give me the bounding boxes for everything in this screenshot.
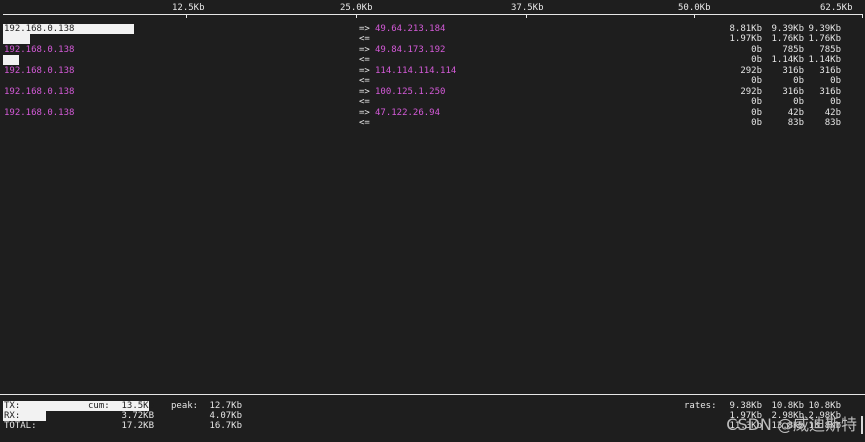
rate-10s: 9.39Kb [771,24,804,34]
rate-2s: 8.81Kb [729,24,762,34]
scale-tick [862,14,863,18]
source-host: 192.168.0.138 [4,87,75,97]
rate-40s: 785b [819,45,841,55]
rate-2s: 0b [751,118,762,128]
rate-10s: 785b [782,45,804,55]
scale-label: 25.0Kb [340,3,373,13]
rate-2s: 1.97Kb [729,34,762,44]
rates-label: rates: [684,401,717,411]
text-cursor [861,416,863,434]
destination-host: 114.114.114.114 [375,66,457,76]
scale-label: 62.5Kb [820,3,853,13]
terminal-window: 12.5Kb 25.0Kb 37.5Kb 50.0Kb 62.5Kb 192.1… [0,0,865,442]
scale-label: 50.0Kb [678,3,711,13]
direction-in: <= [359,55,370,65]
total-cum-value: 17.2KB [121,421,154,431]
source-host: 192.168.0.138 [4,66,75,76]
rate-2s: 0b [751,108,762,118]
direction-out: => [359,66,370,76]
scale-tick [186,14,187,18]
tx-rate-40s: 10.8Kb [808,401,841,411]
tx-rate-10s: 10.8Kb [771,401,804,411]
direction-out: => [359,24,370,34]
direction-out: => [359,87,370,97]
scale-tick [356,14,357,18]
rate-2s: 0b [751,45,762,55]
rate-2s: 292b [740,66,762,76]
rate-10s: 316b [782,66,804,76]
rx-cum-value: 3.72KB [121,411,154,421]
rate-40s: 1.14Kb [808,55,841,65]
source-host: 192.168.0.138 [4,45,75,55]
rate-40s: 9.39Kb [808,24,841,34]
rate-40s: 83b [824,118,841,128]
peak-label: peak: [171,401,199,411]
scale-axis-line [3,14,862,15]
scale-label: 37.5Kb [511,3,544,13]
rate-2s: 0b [751,97,762,107]
scale-tick [694,14,695,18]
destination-host: 49.64.213.184 [375,24,446,34]
rate-10s: 0b [793,97,804,107]
footer-divider [0,394,865,395]
rate-40s: 316b [819,87,841,97]
rate-2s: 0b [751,76,762,86]
rate-40s: 316b [819,66,841,76]
direction-in: <= [359,97,370,107]
direction-in: <= [359,76,370,86]
direction-in: <= [359,34,370,44]
direction-out: => [359,108,370,118]
rate-10s: 1.14Kb [771,55,804,65]
destination-host: 49.84.173.192 [375,45,446,55]
rate-10s: 1.76Kb [771,34,804,44]
scale-label: 12.5Kb [172,3,205,13]
rate-10s: 42b [787,108,804,118]
rate-10s: 0b [793,76,804,86]
destination-host: 47.122.26.94 [375,108,441,118]
tx-peak-value: 12.7Kb [209,401,242,411]
rate-10s: 83b [787,118,804,128]
direction-in: <= [359,118,370,128]
cum-label: cum: [88,401,110,411]
rate-40s: 42b [824,108,841,118]
csdn-watermark: CSDN @威迪斯特 [726,415,857,434]
rate-40s: 0b [830,76,841,86]
total-peak-value: 16.7Kb [209,421,242,431]
tx-label: TX: [4,401,21,411]
tx-cum-value: 13.5KB [121,401,154,411]
rate-40s: 1.76Kb [808,34,841,44]
source-host: 192.168.0.138 [4,24,75,34]
source-host: 192.168.0.138 [4,108,75,118]
rx-label: RX: [4,411,21,421]
incoming-rate-bar [3,34,30,44]
tx-rate-2s: 9.38Kb [729,401,762,411]
rx-peak-value: 4.07Kb [209,411,242,421]
total-label: TOTAL: [4,421,37,431]
rate-2s: 292b [740,87,762,97]
rate-10s: 316b [782,87,804,97]
incoming-rate-bar [3,55,19,65]
rate-2s: 0b [751,55,762,65]
direction-out: => [359,45,370,55]
destination-host: 100.125.1.250 [375,87,446,97]
rate-40s: 0b [830,97,841,107]
scale-tick [526,14,527,18]
